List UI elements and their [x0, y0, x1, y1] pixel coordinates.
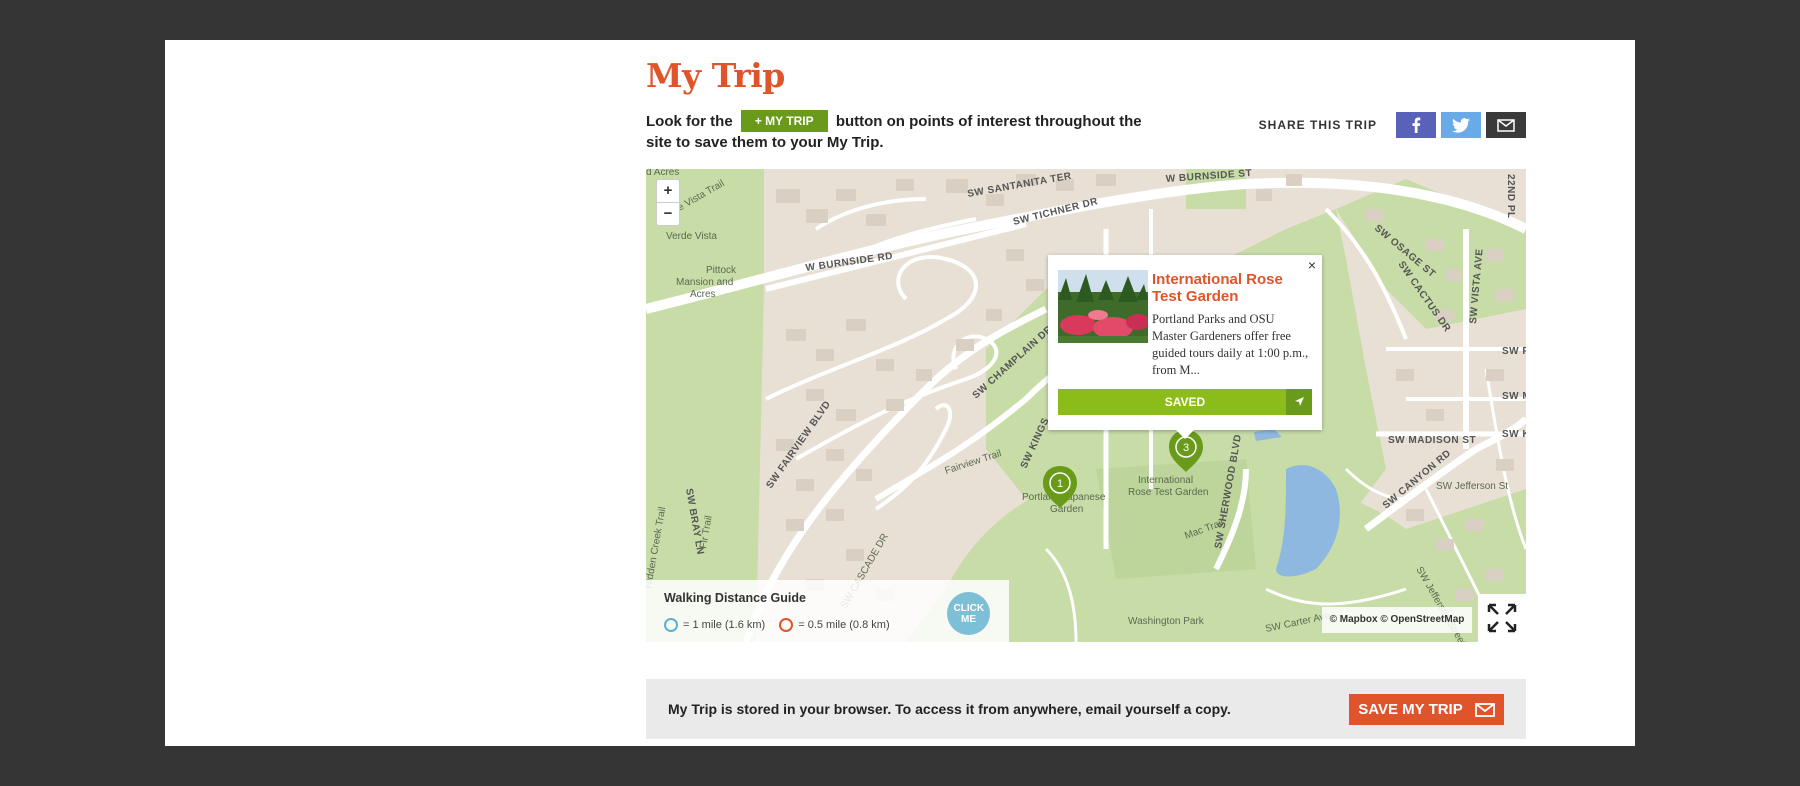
save-my-trip-button[interactable]: SAVE MY TRIP — [1349, 694, 1504, 725]
place-popup: × International Rose Test Garden Portlan — [1048, 255, 1322, 439]
share-facebook-button[interactable] — [1396, 112, 1436, 138]
map-marker-1[interactable]: 1 — [1041, 464, 1079, 510]
page-title: My Trip — [646, 56, 785, 95]
attribution-osm-link[interactable]: © OpenStreetMap — [1380, 614, 1464, 625]
street-label-ma: SW MA — [1502, 391, 1526, 402]
intro-before: Look for the — [646, 113, 733, 130]
share-email-button[interactable] — [1486, 112, 1526, 138]
place-label-pittock-3: Acres — [690, 289, 716, 300]
envelope-icon — [1474, 702, 1495, 717]
share-label: SHARE THIS TRIP — [1258, 118, 1377, 132]
place-label-rose-1: International — [1138, 475, 1193, 486]
one-mile-ring-icon — [664, 618, 678, 632]
zoom-out-button[interactable]: − — [657, 203, 679, 225]
facebook-icon — [1412, 117, 1421, 133]
place-label-d-acres: d Acres — [646, 169, 679, 178]
page-container: My Trip Look for the + MY TRIP button on… — [165, 40, 1635, 746]
storage-notice-text: My Trip is stored in your browser. To ac… — [668, 701, 1231, 717]
attribution-mapbox-link[interactable]: © Mapbox — [1330, 614, 1378, 625]
share-bar: SHARE THIS TRIP — [1259, 112, 1526, 138]
street-label-madison: SW MADISON ST — [1388, 435, 1476, 446]
click-me-button[interactable]: CLICK ME — [947, 592, 990, 635]
save-my-trip-label: SAVE MY TRIP — [1358, 701, 1463, 718]
walking-guide-title: Walking Distance Guide — [664, 591, 806, 605]
half-mile-ring-icon — [779, 618, 794, 632]
fullscreen-button[interactable] — [1478, 594, 1526, 642]
walking-distance-guide: Walking Distance Guide = 1 mile (1.6 km)… — [646, 580, 1009, 642]
my-trip-pill: + MY TRIP — [740, 110, 828, 132]
street-label-p: SW P — [1502, 346, 1526, 357]
marker-1-label: 1 — [1057, 478, 1063, 490]
arrow-icon — [1286, 389, 1312, 415]
street-label-jefferson: SW Jefferson St — [1436, 481, 1508, 492]
street-label-ki: SW KI — [1502, 429, 1526, 440]
trail-label-verde-vista: Verde Vista — [666, 231, 717, 242]
storage-notice-bar: My Trip is stored in your browser. To ac… — [646, 679, 1526, 739]
expand-icon — [1487, 603, 1517, 633]
popup-tip — [1176, 430, 1194, 439]
twitter-icon — [1452, 117, 1470, 133]
rose-garden-thumbnail[interactable] — [1058, 270, 1148, 343]
intro-text: Look for the + MY TRIP button on points … — [646, 110, 1166, 153]
marker-3-label: 3 — [1183, 442, 1189, 454]
walking-guide-legend: = 1 mile (1.6 km) = 0.5 mile (0.8 km) — [664, 618, 890, 632]
place-label-pittock: Pittock — [706, 265, 737, 276]
place-label-pittock-2: Mansion and — [676, 277, 733, 288]
saved-label: SAVED — [1164, 395, 1206, 409]
my-trip-content: My Trip Look for the + MY TRIP button on… — [646, 40, 1526, 746]
legend-one-mile: = 1 mile (1.6 km) — [683, 619, 766, 631]
share-twitter-button[interactable] — [1441, 112, 1481, 138]
street-label-22nd: 22ND PL — [1505, 174, 1516, 219]
zoom-in-button[interactable]: + — [657, 180, 679, 203]
legend-half-mile: = 0.5 mile (0.8 km) — [798, 619, 890, 631]
envelope-icon — [1497, 118, 1515, 132]
map-attribution: © Mapbox © OpenStreetMap — [1322, 607, 1472, 633]
zoom-control: + − — [656, 179, 680, 226]
trip-map[interactable]: W BURNSIDE ST W BURNSIDE RD SW TICHNER D… — [646, 169, 1526, 642]
place-label-washington: Washington Park — [1128, 616, 1205, 627]
saved-button[interactable]: SAVED — [1058, 389, 1312, 415]
popup-description: Portland Parks and OSU Master Gardeners … — [1152, 312, 1309, 377]
popup-title[interactable]: International Rose Test Garden — [1152, 271, 1312, 305]
click-me-label: CLICK ME — [953, 602, 985, 625]
place-label-rose-2: Rose Test Garden — [1128, 487, 1208, 498]
